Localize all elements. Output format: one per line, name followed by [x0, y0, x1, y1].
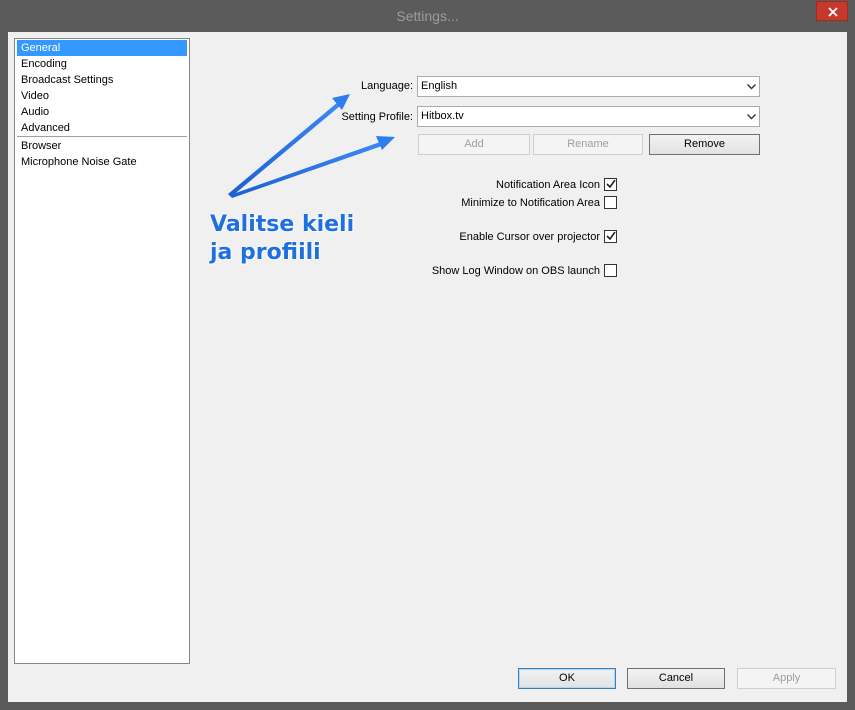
settings-window: Settings... General Encoding Broadcast S… — [0, 0, 855, 710]
annotation-line-1: Valitse kieli — [210, 212, 355, 237]
arrow-to-language — [228, 94, 350, 197]
arrow-to-setting-profile — [230, 136, 395, 198]
annotation-text: Valitse kieli ja profiili — [210, 211, 354, 267]
annotation-line-2: ja profiili — [210, 240, 321, 265]
annotation-arrows — [228, 94, 395, 198]
